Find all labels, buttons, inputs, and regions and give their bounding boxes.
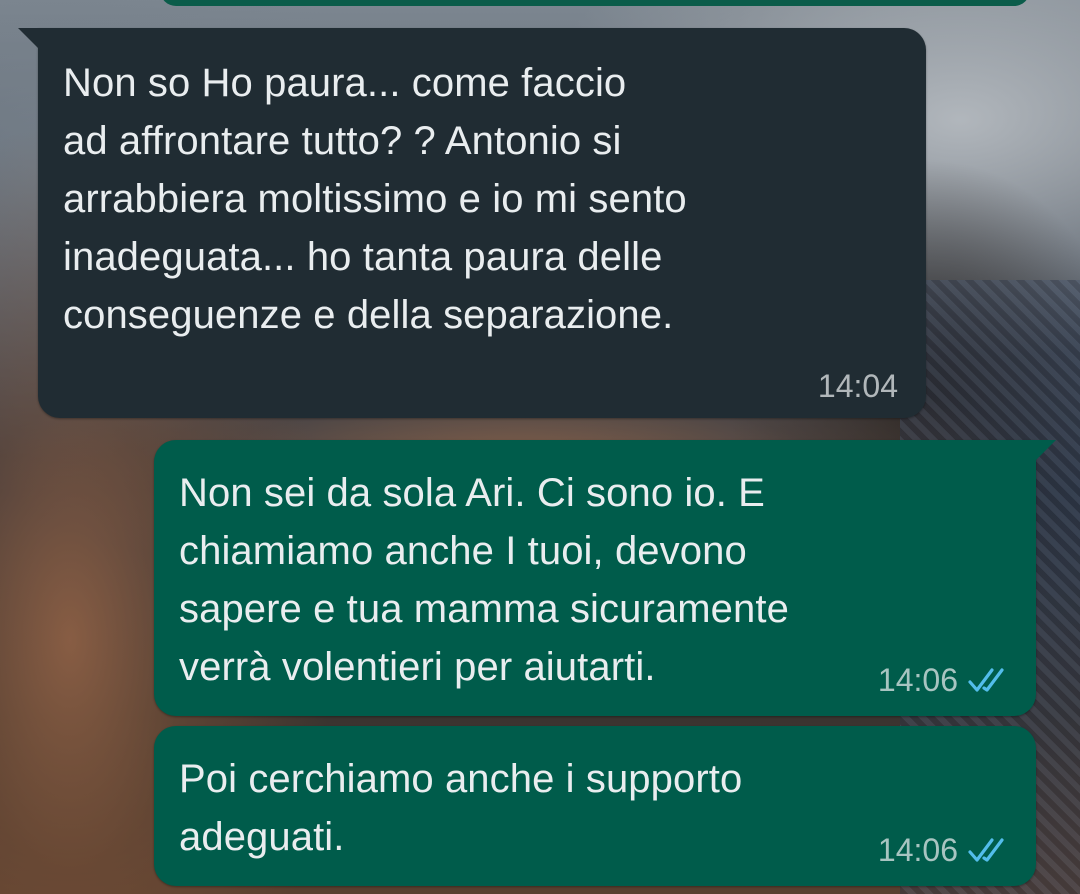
outgoing-message-bubble[interactable]: Non sei da sola Ari. Ci sono io. E chiam…	[154, 440, 1056, 716]
message-meta: 14:06	[878, 662, 1012, 698]
message-meta: 14:06	[878, 832, 1012, 868]
message-text: Non so Ho paura... come faccio ad affron…	[63, 61, 687, 337]
previous-message-bubble-edge[interactable]	[160, 0, 1030, 6]
message-meta: 14:04	[818, 368, 898, 404]
message-timestamp: 14:06	[877, 662, 958, 698]
message-timestamp: 14:04	[817, 368, 898, 404]
outgoing-message-bubble[interactable]: Poi cerchiamo anche i supporto adeguati.…	[154, 726, 1036, 886]
double-check-read-icon	[968, 838, 1004, 862]
incoming-message-bubble[interactable]: Non so Ho paura... come faccio ad affron…	[18, 28, 926, 418]
double-check-read-icon	[968, 668, 1004, 692]
message-timestamp: 14:06	[877, 832, 958, 868]
